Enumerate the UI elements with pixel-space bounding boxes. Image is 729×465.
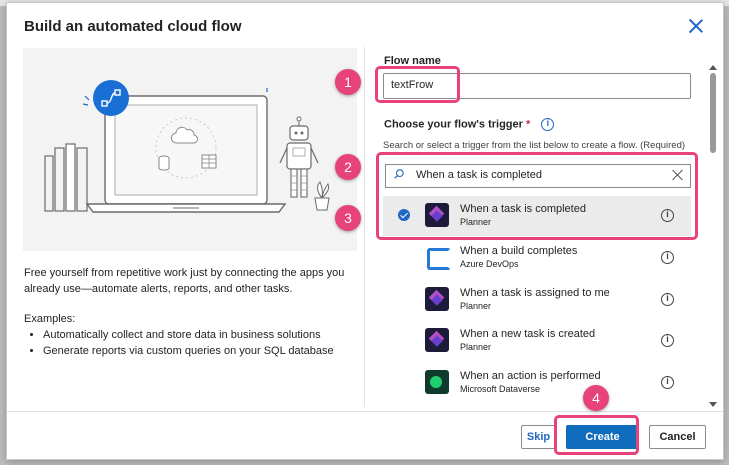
scroll-up-icon[interactable]: [709, 65, 717, 70]
trigger-connector: Planner: [460, 342, 492, 352]
info-icon[interactable]: [661, 334, 674, 347]
trigger-label-row: Choose your flow's trigger *: [384, 118, 555, 131]
annotation-badge-4: 4: [583, 385, 609, 411]
highlight-flow-name: [375, 66, 460, 103]
dataverse-icon: [425, 370, 449, 394]
trigger-name: When a new task is created: [460, 328, 596, 340]
required-mark: *: [525, 118, 531, 131]
close-icon[interactable]: [687, 17, 705, 35]
examples-label: Examples:: [24, 313, 76, 325]
planner-icon: [425, 328, 449, 352]
annotation-badge-1: 1: [335, 69, 361, 95]
annotation-badge-3: 3: [335, 205, 361, 231]
trigger-name: When a build completes: [460, 245, 578, 257]
trigger-name: When an action is performed: [460, 370, 601, 382]
scroll-down-icon[interactable]: [709, 402, 717, 407]
dialog-title: Build an automated cloud flow: [24, 18, 242, 35]
info-icon[interactable]: [661, 293, 674, 306]
vertical-divider: [364, 47, 365, 407]
info-icon[interactable]: [661, 376, 674, 389]
trigger-label: Choose your flow's trigger: [384, 118, 523, 131]
cancel-button[interactable]: Cancel: [649, 425, 706, 449]
trigger-hint: Search or select a trigger from the list…: [383, 140, 686, 151]
dialog-description: Free yourself from repetitive work just …: [24, 267, 345, 295]
trigger-item-action-performed[interactable]: When an action is performed Microsoft Da…: [383, 363, 691, 403]
trigger-item-task-assigned[interactable]: When a task is assigned to me Planner: [383, 280, 691, 320]
example-item: Generate reports via custom queries on y…: [43, 343, 354, 359]
illustration: [23, 48, 357, 251]
trigger-item-build-completes[interactable]: When a build completes Azure DevOps: [383, 238, 691, 278]
azure-devops-icon: [425, 245, 451, 270]
trigger-list-scrollbar[interactable]: [709, 65, 717, 407]
scrollbar-thumb[interactable]: [710, 73, 716, 153]
highlight-create: [554, 415, 639, 455]
info-icon[interactable]: [661, 251, 674, 264]
planner-icon: [425, 287, 449, 311]
trigger-item-new-task-created[interactable]: When a new task is created Planner: [383, 321, 691, 361]
footer-divider: [7, 411, 723, 412]
trigger-connector: Microsoft Dataverse: [460, 384, 541, 394]
trigger-connector: Azure DevOps: [460, 259, 519, 269]
highlight-trigger-search: [376, 152, 698, 240]
info-icon[interactable]: [541, 118, 555, 131]
examples-list: Automatically collect and store data in …: [24, 327, 354, 359]
example-item: Automatically collect and store data in …: [43, 327, 354, 343]
trigger-connector: Planner: [460, 301, 492, 311]
annotation-badge-2: 2: [335, 154, 361, 180]
trigger-name: When a task is assigned to me: [460, 287, 610, 299]
examples-section: Examples: Automatically collect and stor…: [24, 311, 354, 359]
laptop-cloud-illustration: [44, 80, 330, 213]
skip-button[interactable]: Skip: [521, 425, 556, 449]
